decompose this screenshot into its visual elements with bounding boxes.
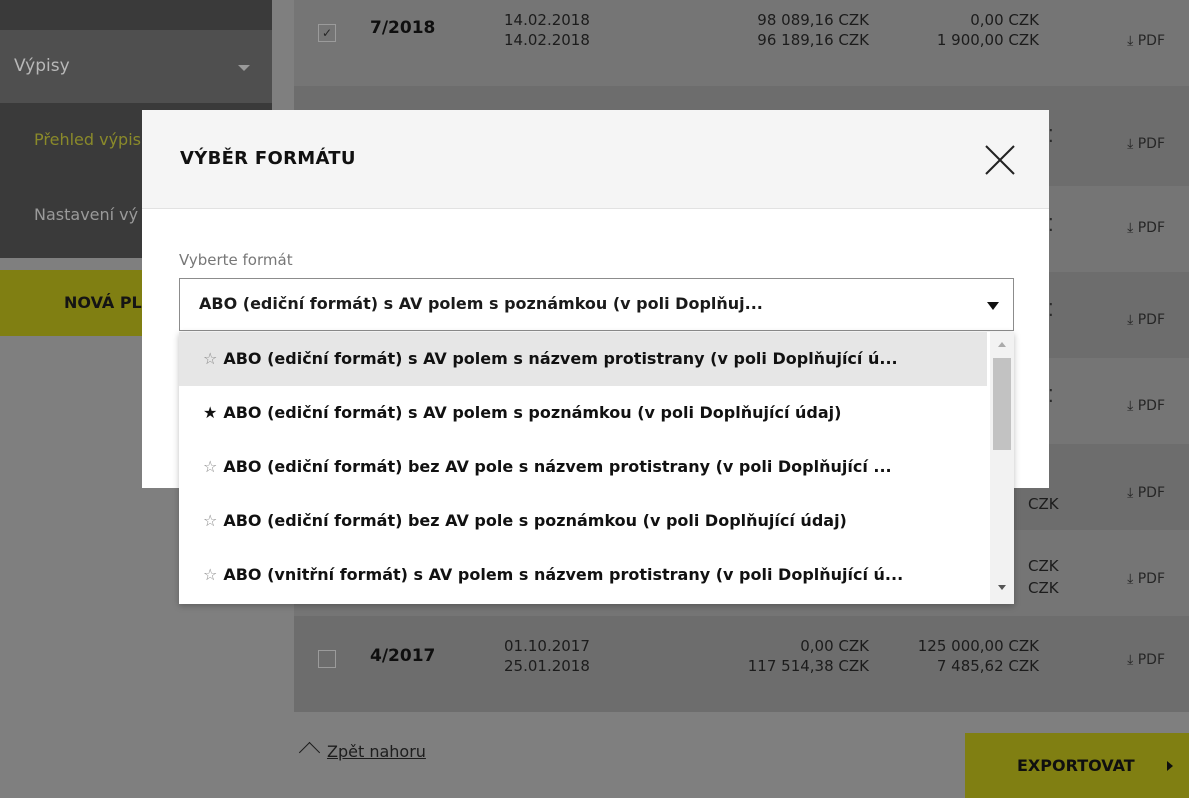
format-option[interactable]: ☆ ABO (ediční formát) bez AV pole s pozná… xyxy=(179,494,987,548)
format-field-label: Vyberte formát xyxy=(179,251,293,269)
sidebar-select-label: Výpisy xyxy=(14,56,70,76)
row-checkbox[interactable] xyxy=(318,650,336,668)
star-outline-icon[interactable]: ☆ xyxy=(203,457,217,476)
format-select-value: ABO (ediční formát) s AV polem s poznámk… xyxy=(199,294,763,313)
format-dropdown-list: ☆ ABO (ediční formát) s AV polem s názvem… xyxy=(179,332,1014,604)
star-filled-icon[interactable]: ★ xyxy=(203,403,217,422)
sidebar-select[interactable]: Výpisy xyxy=(0,30,272,103)
statement-turnover: 0,00 CZK 1 900,00 CZK xyxy=(936,11,1039,49)
format-select[interactable]: ABO (ediční formát) s AV polem s poznámk… xyxy=(179,278,1014,331)
export-button[interactable]: EXPORTOVAT xyxy=(965,733,1189,798)
caret-down-icon xyxy=(987,302,999,310)
format-option[interactable]: ★ ABO (ediční formát) s AV polem s poznám… xyxy=(179,386,987,440)
statement-dates: 14.02.2018 14.02.2018 xyxy=(504,11,590,49)
star-outline-icon[interactable]: ☆ xyxy=(203,349,217,368)
pdf-download-link[interactable]: ⤓ PDF xyxy=(1127,33,1165,49)
pdf-download-link[interactable]: ⤓ PDF xyxy=(1127,136,1165,152)
chevron-up-icon xyxy=(298,741,321,764)
partial-amount: CZK xyxy=(1028,495,1059,513)
scrollbar-thumb[interactable] xyxy=(993,358,1011,450)
close-icon[interactable] xyxy=(982,142,1018,178)
pdf-download-link[interactable]: ⤓ PDF xyxy=(1127,220,1165,236)
dropdown-scrollbar[interactable] xyxy=(990,332,1014,604)
sidebar-item-statement-settings[interactable]: Nastavení vý xyxy=(34,205,138,224)
pdf-download-link[interactable]: ⤓ PDF xyxy=(1127,571,1165,587)
modal-title: VÝBĚR FORMÁTU xyxy=(180,148,356,169)
back-to-top-link[interactable]: Zpět nahoru xyxy=(298,741,426,764)
row-checkbox[interactable]: ✓ xyxy=(318,24,336,42)
sidebar-item-statements-overview[interactable]: Přehled výpis xyxy=(34,130,141,149)
statement-balance: 0,00 CZK 117 514,38 CZK xyxy=(747,637,869,675)
modal-header: VÝBĚR FORMÁTU xyxy=(142,110,1049,209)
format-option[interactable]: ☆ ABO (ediční formát) s AV polem s názvem… xyxy=(179,332,987,386)
scroll-up-arrow-icon[interactable] xyxy=(998,342,1006,347)
format-option[interactable]: ☆ ABO (vnitřní formát) s AV polem s názve… xyxy=(179,548,987,602)
format-option[interactable]: ☆ ABO (ediční formát) bez AV pole s názve… xyxy=(179,440,987,494)
table-row[interactable]: ✓ 7/2018 14.02.2018 14.02.2018 98 089,16 … xyxy=(294,0,1189,86)
statement-turnover: 125 000,00 CZK 7 485,62 CZK xyxy=(917,637,1039,675)
partial-amount: CZK xyxy=(1028,557,1059,575)
statement-balance: 98 089,16 CZK 96 189,16 CZK xyxy=(757,11,869,49)
pdf-download-link[interactable]: ⤓ PDF xyxy=(1127,398,1165,414)
statement-dates: 01.10.2017 25.01.2018 xyxy=(504,637,590,675)
pdf-download-link[interactable]: ⤓ PDF xyxy=(1127,485,1165,501)
pdf-download-link[interactable]: ⤓ PDF xyxy=(1127,652,1165,668)
pdf-download-link[interactable]: ⤓ PDF xyxy=(1127,312,1165,328)
star-outline-icon[interactable]: ☆ xyxy=(203,511,217,530)
chevron-down-icon xyxy=(238,65,250,71)
partial-amount: CZK xyxy=(1028,579,1059,597)
star-outline-icon[interactable]: ☆ xyxy=(203,565,217,584)
arrow-right-icon xyxy=(1167,761,1173,771)
statement-number: 7/2018 xyxy=(370,18,436,38)
statement-number: 4/2017 xyxy=(370,646,436,666)
table-row[interactable]: 4/2017 01.10.2017 25.01.2018 0,00 CZK 117 … xyxy=(294,616,1189,702)
scroll-down-arrow-icon[interactable] xyxy=(998,585,1006,590)
